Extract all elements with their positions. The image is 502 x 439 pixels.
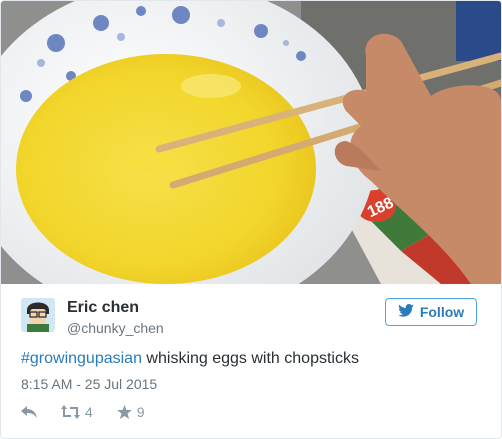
reply-button[interactable] [21, 405, 37, 419]
tweet-photo[interactable]: 188 [1, 1, 501, 284]
reply-icon [21, 405, 37, 419]
user-name[interactable]: Eric chen [67, 299, 139, 317]
follow-button[interactable]: Follow [385, 298, 477, 326]
tweet-body: Eric chen @chunky_chen Follow #growingup… [1, 284, 501, 438]
tweet-card: 188 Eric chen @chunky_chen Follow #growi… [0, 0, 502, 439]
twitter-bird-icon [398, 304, 414, 320]
hashtag-link[interactable]: #growingupasian [21, 350, 142, 367]
tweet-text-body: whisking eggs with chopsticks [141, 350, 359, 367]
tweet-text: #growingupasian whisking eggs with chops… [21, 350, 359, 368]
retweet-icon [61, 405, 80, 419]
avatar[interactable] [21, 298, 55, 332]
like-button[interactable]: 9 [116, 404, 145, 420]
retweet-count: 4 [85, 404, 93, 420]
follow-label: Follow [419, 304, 465, 320]
user-handle[interactable]: @chunky_chen [67, 320, 164, 336]
star-icon [116, 405, 132, 419]
beaten-eggs [16, 54, 316, 284]
retweet-button[interactable]: 4 [61, 404, 93, 420]
timestamp[interactable]: 8:15 AM - 25 Jul 2015 [21, 376, 157, 392]
like-count: 9 [136, 404, 145, 420]
tweet-actions: 4 9 [21, 402, 169, 422]
